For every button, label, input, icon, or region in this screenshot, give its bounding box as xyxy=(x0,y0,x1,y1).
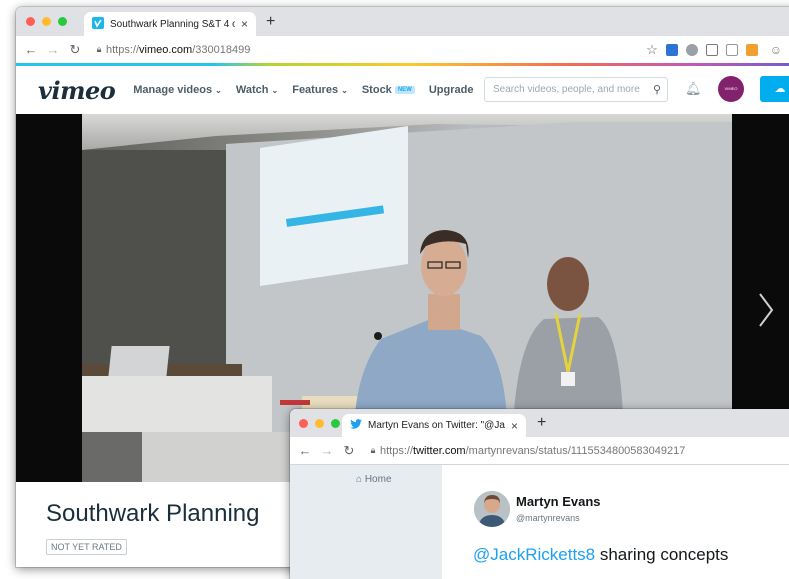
browser-toolbar: ← → ↻ 🔒︎ https://twitter.com/martynrevan… xyxy=(290,437,789,465)
avatar[interactable] xyxy=(474,491,510,527)
tab-strip: Martyn Evans on Twitter: "@Ja × + xyxy=(290,409,789,437)
nav-label: Stock xyxy=(361,84,392,96)
url-host: twitter.com xyxy=(413,444,466,457)
extension-icon[interactable] xyxy=(665,43,678,56)
chevron-down-icon: ⌄ xyxy=(271,86,279,95)
tweet-author-name[interactable]: Martyn Evans xyxy=(516,494,601,509)
camera-icon[interactable] xyxy=(705,43,718,56)
upload-cloud-icon: ☁ xyxy=(774,83,786,95)
notifications-bell-icon[interactable]: 🔔︎ xyxy=(685,81,702,97)
nav-label: Manage videos xyxy=(133,84,213,96)
search-placeholder: Search videos, people, and more xyxy=(493,84,640,95)
mention-link[interactable]: @JackRicketts8 xyxy=(473,545,595,564)
twitter-sidebar: ⌂ Home xyxy=(290,465,442,579)
upload-button[interactable]: ☁ xyxy=(760,76,789,102)
vimeo-logo[interactable]: vimeo xyxy=(38,76,116,105)
tweet-card: Martyn Evans @martynrevans @JackRicketts… xyxy=(442,465,789,579)
address-bar[interactable]: https://vimeo.com/330018499 xyxy=(106,44,250,56)
twitter-bird-icon xyxy=(350,418,362,433)
new-tab-button[interactable]: + xyxy=(537,414,546,432)
url-path: /330018499 xyxy=(192,43,251,56)
extension-icon[interactable] xyxy=(745,43,758,56)
tab-strip: Southwark Planning S&T 4 on × + xyxy=(16,7,789,36)
lock-icon: 🔒︎ xyxy=(370,445,376,455)
minimize-window-button[interactable] xyxy=(315,419,324,428)
reload-icon[interactable]: ↻ xyxy=(338,443,360,459)
nav-manage-videos[interactable]: Manage videos ⌄ xyxy=(133,84,222,96)
nav-watch[interactable]: Watch ⌄ xyxy=(236,84,278,96)
window-controls xyxy=(299,419,340,428)
chevron-down-icon: ⌄ xyxy=(341,86,348,95)
tab-close-icon[interactable]: × xyxy=(241,17,248,31)
tweet-text: @JackRicketts8 sharing concepts xyxy=(473,545,728,565)
tweet-author-handle[interactable]: @martynrevans xyxy=(516,513,580,523)
mail-icon[interactable] xyxy=(725,43,738,56)
home-label: Home xyxy=(364,474,392,485)
reload-icon[interactable]: ↻ xyxy=(64,42,86,58)
nav-label: Features xyxy=(292,84,339,96)
vimeo-favicon-icon xyxy=(92,16,104,32)
back-icon[interactable]: ← xyxy=(294,443,316,458)
vimeo-navbar: vimeo Manage videos ⌄ Watch ⌄ Features ⌄… xyxy=(16,66,789,114)
search-input[interactable]: Search videos, people, and more ⚲ xyxy=(484,77,668,102)
twitter-page: ⌂ Home Martyn Evans @martynrevans @JackR… xyxy=(290,465,789,579)
tab-title: Martyn Evans on Twitter: "@Ja xyxy=(368,420,505,431)
url-path: /martynrevans/status/1115534800583049217 xyxy=(465,444,686,457)
nav-features[interactable]: Features ⌄ xyxy=(292,84,348,96)
url-scheme: https:// xyxy=(380,444,414,457)
home-nav-link[interactable]: ⌂ Home xyxy=(356,474,392,485)
extension-icon[interactable] xyxy=(685,43,698,56)
new-tab-button[interactable]: + xyxy=(266,13,275,31)
forward-icon[interactable]: → xyxy=(316,443,338,458)
avatar[interactable]: VIMEO xyxy=(718,76,744,102)
profile-icon[interactable]: ☺ xyxy=(770,43,782,57)
nav-upgrade[interactable]: Upgrade xyxy=(429,84,474,96)
browser-toolbar: ← → ↻ 🔒︎ https://vimeo.com/330018499 ☆ ☺… xyxy=(16,36,789,64)
nav-stock[interactable]: Stock NEW xyxy=(362,84,415,96)
zoom-window-button[interactable] xyxy=(58,17,67,26)
back-icon[interactable]: ← xyxy=(20,42,42,57)
url-host: vimeo.com xyxy=(139,43,193,56)
rating-badge: NOT YET RATED xyxy=(46,539,127,555)
search-icon[interactable]: ⚲ xyxy=(653,83,661,96)
minimize-window-button[interactable] xyxy=(42,17,51,26)
home-icon: ⌂ xyxy=(356,474,363,485)
video-title: Southwark Planning xyxy=(46,500,260,527)
new-badge: NEW xyxy=(394,86,415,95)
window-controls xyxy=(26,17,67,26)
close-window-button[interactable] xyxy=(26,17,35,26)
close-window-button[interactable] xyxy=(299,419,308,428)
nav-label: Watch xyxy=(235,84,269,96)
lock-icon: 🔒︎ xyxy=(96,44,102,54)
url-scheme: https:// xyxy=(106,43,140,56)
tab-vimeo[interactable]: Southwark Planning S&T 4 on × xyxy=(84,12,256,36)
tweet-body: sharing concepts xyxy=(595,545,729,564)
zoom-window-button[interactable] xyxy=(331,419,340,428)
tab-twitter[interactable]: Martyn Evans on Twitter: "@Ja × xyxy=(342,414,526,437)
extension-icons: ☆ ☺ ⋮ xyxy=(646,36,789,63)
forward-icon[interactable]: → xyxy=(42,42,64,57)
tab-title: Southwark Planning S&T 4 on xyxy=(110,18,235,30)
tab-close-icon[interactable]: × xyxy=(511,419,518,433)
bookmark-star-icon[interactable]: ☆ xyxy=(646,42,658,58)
chevron-down-icon: ⌄ xyxy=(215,86,222,95)
twitter-browser-window: Martyn Evans on Twitter: "@Ja × + ← → ↻ … xyxy=(290,409,789,579)
address-bar[interactable]: https://twitter.com/martynrevans/status/… xyxy=(380,445,685,457)
